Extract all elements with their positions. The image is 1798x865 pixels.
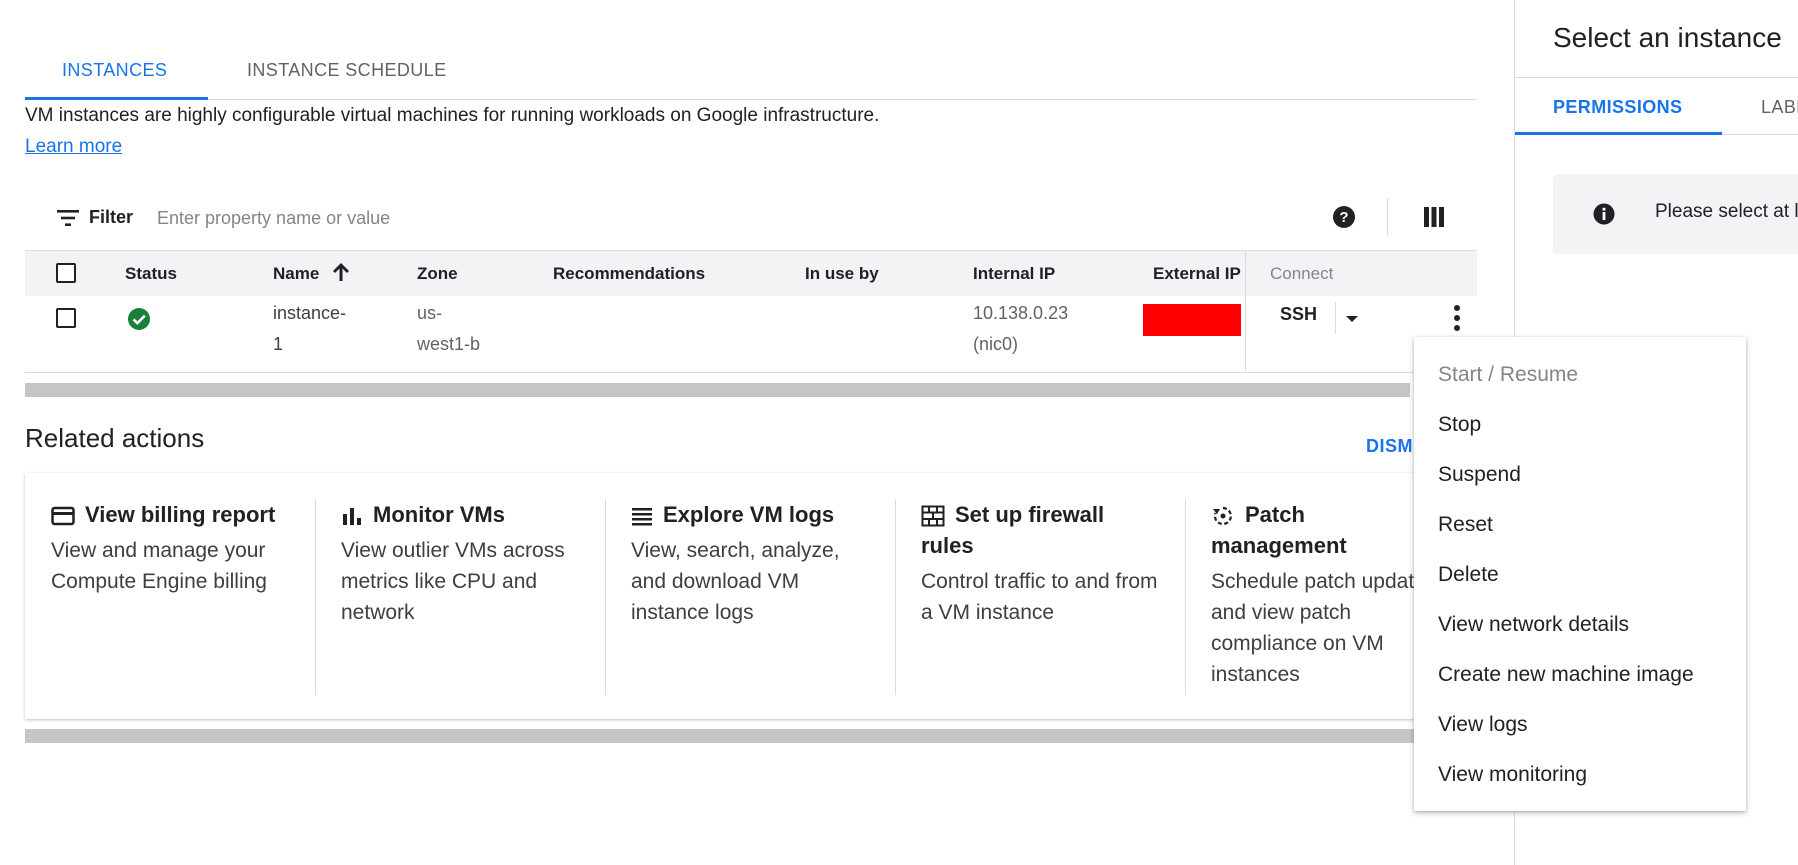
info-message-text: Please select at least one resource. [1655, 201, 1798, 222]
menu-item-start-resume: Start / Resume [1438, 363, 1579, 386]
card-title: Explore VM logs [631, 499, 887, 530]
zone-line1: us- [417, 303, 443, 323]
card-patch-management[interactable]: Patch management Schedule patch updates … [1185, 473, 1445, 719]
info-icon [1593, 203, 1615, 225]
panel-tab-bar: PERMISSIONS LABELS [1515, 77, 1798, 135]
cards-horizontal-scrollbar[interactable] [25, 729, 1425, 743]
menu-item-stop[interactable]: Stop [1438, 413, 1481, 437]
sort-ascending-icon [333, 263, 350, 281]
filter-input[interactable] [155, 200, 719, 236]
card-monitor-vms[interactable]: Monitor VMs View outlier VMs across metr… [315, 473, 605, 719]
menu-item-view-network-details[interactable]: View network details [1438, 613, 1629, 637]
connect-column-divider [1245, 250, 1246, 371]
more-actions-icon[interactable] [1445, 301, 1469, 335]
menu-item-reset[interactable]: Reset [1438, 513, 1493, 537]
card-description: View, search, analyze, and download VM i… [631, 539, 840, 624]
card-description: Schedule patch updates and view patch co… [1211, 570, 1437, 686]
related-actions-title: Related actions [25, 423, 205, 453]
ssh-divider [1335, 302, 1336, 334]
instance-actions-menu: Start / Resume Stop Suspend Reset Delete… [1414, 337, 1746, 811]
tab-permissions[interactable]: PERMISSIONS [1515, 78, 1722, 135]
card-explore-vm-logs[interactable]: Explore VM logs View, search, analyze, a… [605, 473, 895, 719]
tab-instances[interactable]: INSTANCES [25, 38, 208, 100]
zone-line2: west1-b [417, 334, 481, 354]
ssh-dropdown-icon[interactable] [1346, 316, 1358, 322]
internal-ip-line2: (nic0) [973, 334, 1019, 354]
header-status[interactable]: Status [125, 251, 177, 296]
list-lines-icon [632, 508, 652, 526]
menu-item-suspend[interactable]: Suspend [1438, 463, 1521, 487]
card-title: Patch management [1211, 499, 1391, 561]
tab-bar: INSTANCES INSTANCE SCHEDULE [25, 38, 1477, 100]
tab-instance-schedule[interactable]: INSTANCE SCHEDULE [247, 38, 447, 99]
firewall-icon [921, 505, 945, 527]
external-ip-redacted [1143, 304, 1241, 336]
card-title-text: Monitor VMs [373, 502, 505, 527]
select-all-checkbox[interactable] [56, 263, 76, 283]
learn-more-link[interactable]: Learn more [25, 136, 122, 157]
zone-cell: us- west1-b [417, 298, 480, 360]
page-description: VM instances are highly configurable vir… [25, 100, 885, 162]
info-message-box: Please select at least one resource. [1553, 174, 1798, 254]
patch-sync-icon [1213, 507, 1232, 526]
header-internal-ip[interactable]: Internal IP [973, 251, 1055, 296]
table-row[interactable]: instance- 1 us- west1-b 10.138.0.23 (nic… [25, 296, 1477, 373]
description-text: VM instances are highly configurable vir… [25, 105, 880, 126]
internal-ip-line1: 10.138.0.23 [973, 303, 1069, 323]
filter-label[interactable]: Filter [89, 207, 133, 228]
card-description: Control traffic to and from a VM instanc… [921, 570, 1158, 624]
card-title: View billing report [51, 499, 307, 530]
panel-title: Select an instance [1553, 22, 1782, 53]
tab-labels[interactable]: LABELS [1761, 78, 1798, 134]
card-title-text: Explore VM logs [663, 502, 835, 527]
internal-ip-cell: 10.138.0.23 (nic0) [973, 298, 1068, 360]
card-title: Monitor VMs [341, 499, 597, 530]
toolbar-divider [1387, 198, 1388, 236]
row-checkbox[interactable] [56, 308, 76, 328]
table-header: Status Name Zone Recommendations In use … [25, 250, 1477, 297]
vm-instances-page: INSTANCES INSTANCE SCHEDULE VM instances… [0, 0, 1798, 865]
card-title-text: Set up firewall rules [921, 502, 1105, 558]
ssh-button[interactable]: SSH [1280, 304, 1317, 325]
menu-item-delete[interactable]: Delete [1438, 563, 1499, 587]
header-zone[interactable]: Zone [417, 251, 458, 296]
billing-card-icon [51, 506, 75, 526]
menu-item-view-monitoring[interactable]: View monitoring [1438, 763, 1587, 787]
dismiss-button[interactable]: DISMISS [1366, 436, 1414, 457]
help-icon[interactable]: ? [1332, 205, 1356, 229]
instance-name-link[interactable]: instance- 1 [273, 298, 346, 360]
header-name[interactable]: Name [273, 251, 352, 296]
card-view-billing-report[interactable]: View billing report View and manage your… [25, 473, 315, 719]
bar-chart-icon [343, 508, 361, 526]
card-description: View and manage your Compute Engine bill… [51, 539, 267, 593]
instance-name-line2: 1 [273, 334, 284, 354]
related-actions-cards: View billing report View and manage your… [25, 473, 1445, 719]
header-in-use-by[interactable]: In use by [805, 251, 879, 296]
svg-text:?: ? [1339, 209, 1348, 226]
card-title-text: View billing report [85, 502, 276, 527]
instance-name-line1: instance- [273, 303, 347, 323]
filter-icon[interactable] [57, 210, 79, 226]
card-description: View outlier VMs across metrics like CPU… [341, 539, 565, 624]
header-connect: Connect [1270, 264, 1334, 283]
table-horizontal-scrollbar[interactable] [25, 383, 1410, 397]
card-title: Set up firewall rules [921, 499, 1141, 561]
menu-item-create-machine-image[interactable]: Create new machine image [1438, 663, 1694, 687]
status-running-icon [128, 308, 150, 330]
main-content: INSTANCES INSTANCE SCHEDULE VM instances… [0, 0, 1746, 865]
card-set-up-firewall-rules[interactable]: Set up firewall rules Control traffic to… [895, 473, 1185, 719]
menu-item-view-logs[interactable]: View logs [1438, 713, 1528, 737]
column-display-icon[interactable] [1423, 206, 1445, 228]
filter-bar: Filter ? [25, 196, 1477, 240]
header-recommendations[interactable]: Recommendations [553, 251, 705, 296]
header-name-label: Name [273, 264, 320, 283]
header-external-ip[interactable]: External IP [1153, 251, 1241, 296]
